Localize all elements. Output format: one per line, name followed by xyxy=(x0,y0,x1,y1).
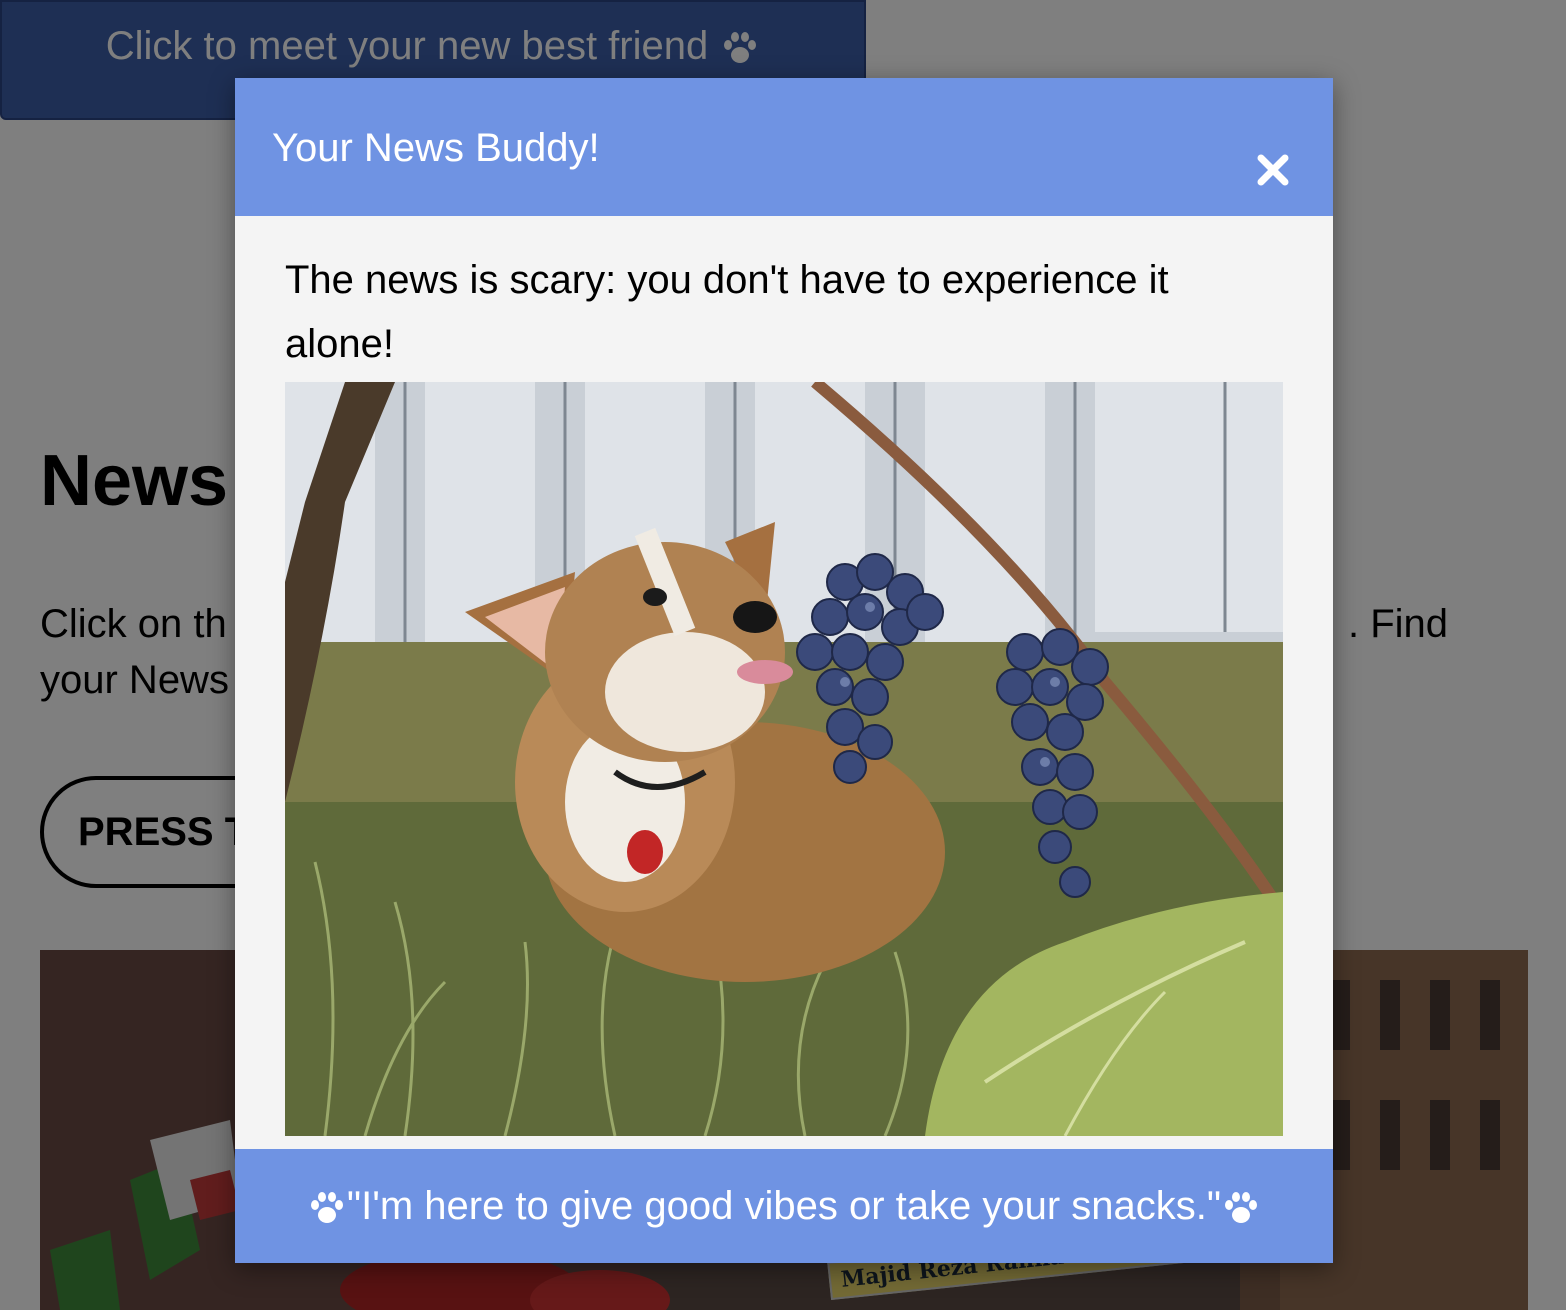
modal-message: The news is scary: you don't have to exp… xyxy=(285,258,1169,366)
modal-title: Your News Buddy! xyxy=(272,126,600,170)
corgi-grapes-image xyxy=(285,382,1283,1136)
modal-body: The news is scary: you don't have to exp… xyxy=(285,248,1283,1136)
modal-footer: "I'm here to give good vibes or take you… xyxy=(235,1149,1333,1263)
close-button[interactable] xyxy=(1251,148,1295,192)
paw-icon xyxy=(1221,1184,1261,1229)
paw-icon xyxy=(307,1184,347,1229)
news-buddy-modal: Your News Buddy! The news is scary: you … xyxy=(235,78,1333,1263)
footer-quote: "I'm here to give good vibes or take you… xyxy=(346,1183,1222,1228)
modal-header: Your News Buddy! xyxy=(235,78,1333,216)
close-icon xyxy=(1257,154,1289,186)
